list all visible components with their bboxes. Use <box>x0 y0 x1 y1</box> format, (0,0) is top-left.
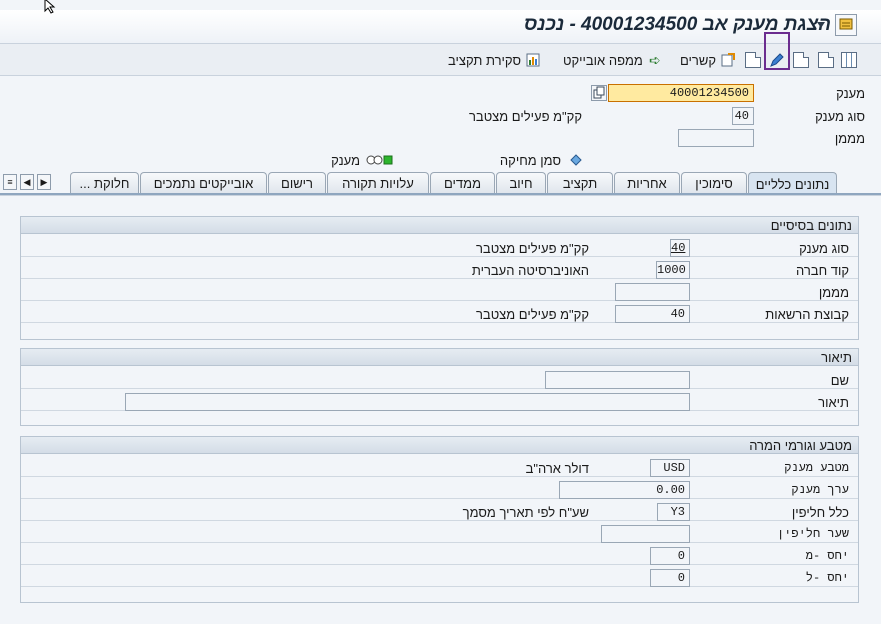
list-icon <box>841 52 857 68</box>
create-button[interactable] <box>745 49 761 71</box>
currency-heading: מטבע וגורמי המרה <box>21 437 858 454</box>
tab-list-icon[interactable]: ≡ <box>3 174 17 190</box>
company-code-label: קוד חברה <box>796 263 849 278</box>
row-divider <box>21 257 858 279</box>
description-label: תיאור <box>818 395 849 410</box>
basic-grant-type-text: קק"מ פעילים מצטבר <box>475 241 589 256</box>
ratio-from-label: יחס -מ <box>805 549 849 563</box>
grant-value-label: ערך מענק <box>791 483 849 497</box>
row-divider <box>21 279 858 301</box>
deletion-flag-icon <box>570 154 582 166</box>
basic-sponsor-value <box>615 283 690 301</box>
ratio-to-value: 0 <box>650 569 690 587</box>
tab-responsibility[interactable]: אחריות <box>614 172 680 194</box>
exchange-rule-text: שע"ח לפי תאריך מסמך <box>462 505 589 520</box>
budget-overview-button[interactable]: סקירת תקציב <box>448 49 541 71</box>
tab-supported-objects[interactable]: אובייקטים נתמכים <box>140 172 267 194</box>
copy-icon[interactable] <box>591 85 607 101</box>
basic-data-heading: נתונים בסיסיים <box>21 217 858 234</box>
grant-currency-text: דולר ארה"ב <box>525 461 589 476</box>
row-divider <box>21 367 858 389</box>
exchange-rule-value: Y3 <box>657 503 690 521</box>
grant-status-icon <box>366 154 394 166</box>
sponsor-value <box>678 129 754 147</box>
grant-type-value: 40 <box>732 107 754 125</box>
row-divider <box>21 235 858 257</box>
sponsor-label: מממן <box>834 131 865 146</box>
toolbar: קשרים ➪ ממפה אובייקט סקירת תקציב <box>0 44 881 76</box>
basic-data-group: נתונים בסיסיים <box>20 216 859 340</box>
row-divider <box>21 521 858 543</box>
tab-strip: נתונים כלליים סימוכין אחריות תקציב חיוב … <box>0 172 881 195</box>
grant-currency-value: USD <box>650 459 690 477</box>
menu-icon[interactable] <box>835 14 857 36</box>
row-divider <box>21 477 858 499</box>
tab-billing[interactable]: חיוב <box>496 172 546 194</box>
description-value <box>125 393 690 411</box>
edit-button-highlight <box>764 32 790 70</box>
grant-status-label: מענק <box>331 153 360 168</box>
doc-back-icon <box>793 52 809 68</box>
budget-icon <box>525 52 541 68</box>
mouse-cursor-icon <box>44 0 58 14</box>
exchange-rate-value <box>601 525 690 543</box>
deletion-flag-label: סמן מחיקה <box>499 153 561 168</box>
tab-budget[interactable]: תקציב <box>547 172 613 194</box>
budget-overview-label: סקירת תקציב <box>448 52 522 68</box>
arrow-right-icon: ➪ <box>649 52 661 68</box>
tab-overhead[interactable]: עלויות תקורה <box>327 172 429 194</box>
basic-grant-type-value: 40 <box>670 239 690 257</box>
grant-type-text: קק"מ פעילים מצטבר <box>468 109 582 124</box>
tab-references[interactable]: סימוכין <box>681 172 747 194</box>
description-group: תיאור <box>20 348 859 426</box>
basic-grant-type-label: סוג מענק <box>799 241 849 256</box>
name-value <box>545 371 690 389</box>
tab-scroll-left-icon[interactable]: ◀ <box>20 174 34 190</box>
tab-scroll-right-icon[interactable]: ▶ <box>37 174 51 190</box>
auth-group-value: 40 <box>615 305 690 323</box>
company-code-text: האוניברסיטה העברית <box>471 263 589 278</box>
related-button[interactable]: קשרים <box>680 49 736 71</box>
grant-type-label: סוג מענק <box>815 109 865 124</box>
grant-label: מענק <box>836 86 865 101</box>
previous-object-button[interactable] <box>793 49 809 71</box>
tab-general-data[interactable]: נתונים כלליים <box>748 172 837 195</box>
exchange-rule-label: כלל חליפין <box>791 505 849 520</box>
related-label: קשרים <box>680 52 717 68</box>
auth-group-label: קבוצת הרשאות <box>765 307 849 322</box>
ratio-to-label: יחס -ל <box>805 571 849 585</box>
tab-registration[interactable]: רישום <box>268 172 326 194</box>
basic-sponsor-label: מממן <box>818 285 849 300</box>
new-document-icon <box>745 52 761 68</box>
description-heading: תיאור <box>21 349 858 366</box>
company-code-value: 1000 <box>656 261 690 279</box>
tab-dimensions[interactable]: ממדים <box>430 172 495 194</box>
name-label: שם <box>830 373 849 388</box>
display-list-button[interactable] <box>841 49 857 71</box>
tab-distribution[interactable]: חלוקת ... <box>70 172 139 194</box>
auth-group-text: קק"מ פעילים מצטבר <box>475 307 589 322</box>
ratio-from-value: 0 <box>650 547 690 565</box>
menu-dropdown-icon[interactable] <box>815 18 827 32</box>
object-map-label: ממפה אובייקט <box>563 52 643 68</box>
row-divider <box>21 301 858 323</box>
related-icon <box>720 52 736 68</box>
row-divider <box>21 499 858 521</box>
doc-forward-icon <box>818 52 834 68</box>
row-divider <box>21 543 858 565</box>
object-map-button[interactable]: ➪ ממפה אובייקט <box>563 49 663 71</box>
grant-input[interactable]: 40001234500 <box>608 84 754 102</box>
grant-value-value: 0.00 <box>559 481 690 499</box>
row-divider <box>21 565 858 587</box>
grant-currency-label: מטבע מענק <box>784 461 849 475</box>
exchange-rate-label: שער חליפין <box>776 527 849 541</box>
currency-group: מטבע וגורמי המרה <box>20 436 859 603</box>
title-bar: הצגת מענק אב 40001234500 - נכנס <box>0 10 881 44</box>
next-object-button[interactable] <box>818 49 834 71</box>
row-divider <box>21 455 858 477</box>
